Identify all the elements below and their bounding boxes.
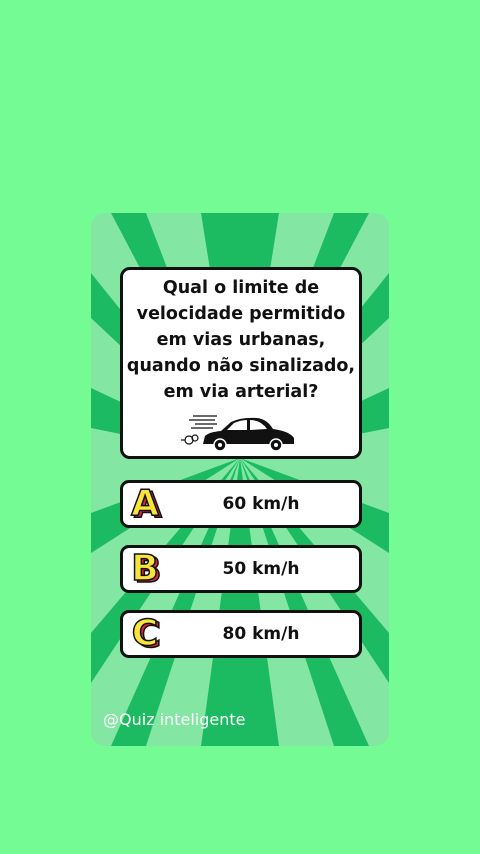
question-text: Qual o limite de velocidade permitido em… — [126, 278, 356, 402]
answer-option-c[interactable]: C C 80 km/h — [120, 610, 362, 658]
letter-c-badge: C C — [131, 612, 162, 654]
svg-text:A: A — [131, 483, 159, 524]
svg-text:C: C — [132, 613, 158, 654]
question-box: Qual o limite de velocidade permitido em… — [120, 267, 362, 459]
svg-text:B: B — [131, 548, 158, 589]
answer-option-a[interactable]: A A 60 km/h — [120, 480, 362, 528]
answer-a-label: 60 km/h — [222, 494, 300, 514]
letter-b-badge: B B — [131, 547, 163, 589]
car-icon — [181, 415, 294, 452]
channel-watermark: @Quiz inteligente — [103, 710, 246, 729]
answer-c-label: 80 km/h — [222, 624, 300, 644]
letter-a-badge: A A — [130, 482, 163, 524]
answer-option-b[interactable]: B B 50 km/h — [120, 545, 362, 593]
answer-b-label: 50 km/h — [222, 559, 300, 579]
quiz-card: Qual o limite de velocidade permitido em… — [91, 213, 389, 746]
